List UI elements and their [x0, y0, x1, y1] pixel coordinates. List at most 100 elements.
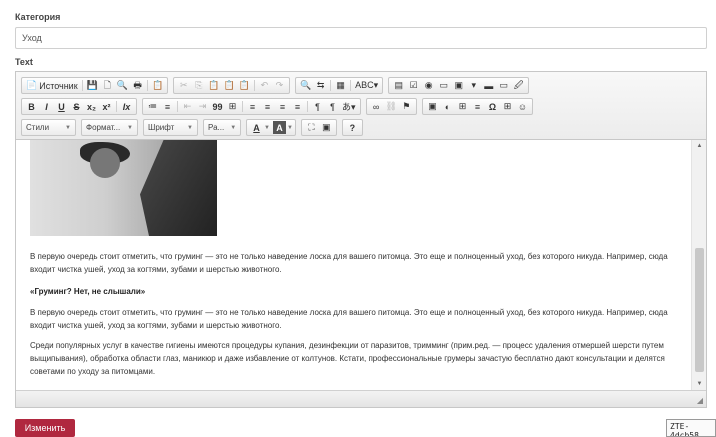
paragraph: В первую очередь стоит отметить, что гру…: [30, 252, 668, 274]
align-left-icon[interactable]: ≡: [246, 100, 259, 113]
toolbar-row-3: Стили ▼ Формат... ▼ Шрифт ▼ Ра... ▼ A ▼ …: [21, 119, 368, 136]
basic-style-group: B I U S x₂ x² Ix: [21, 98, 137, 115]
language-icon[interactable]: あ▾: [341, 100, 357, 113]
outdent-icon[interactable]: ⇤: [181, 100, 194, 113]
remove-format-button[interactable]: Ix: [120, 100, 133, 113]
chevron-down-icon: ▼: [187, 124, 193, 131]
scroll-up-icon[interactable]: ▲: [692, 140, 707, 152]
blockquote-icon[interactable]: 99: [211, 100, 224, 113]
numbered-list-icon[interactable]: ≔: [146, 100, 159, 113]
textarea-icon[interactable]: ▣: [452, 79, 465, 92]
rich-text-editor: 📄 Источник 💾 🗋 🔍 🖶 📋 ✂ ⎘ 📋 📋 📋 ↶ ↷ 🔍 ⇆ ▦…: [15, 71, 707, 408]
page-break-icon[interactable]: ⊞: [501, 100, 514, 113]
preview-icon[interactable]: 🔍: [116, 79, 129, 92]
checkbox-icon[interactable]: ☑: [407, 79, 420, 92]
article-image: [30, 140, 217, 236]
ltr-icon[interactable]: ¶: [311, 100, 324, 113]
category-input[interactable]: Уход: [15, 27, 707, 49]
text-label: Text: [15, 57, 33, 67]
anchor-icon[interactable]: ⚑: [400, 100, 413, 113]
underline-button[interactable]: U: [55, 100, 68, 113]
horizontal-line-icon[interactable]: ≡: [471, 100, 484, 113]
special-char-icon[interactable]: Ω: [486, 100, 499, 113]
paragraph: В первую очередь стоит отметить, что гру…: [30, 308, 668, 330]
forms-group: ▤ ☑ ◉ ▭ ▣ ▾ ▬ ▭ 🖉: [388, 77, 530, 94]
toolbar-row-2: B I U S x₂ x² Ix ≔ ≡ ⇤ ⇥ 99 ⊞ ≡ ≡ ≡ ≡ ¶ …: [21, 98, 538, 115]
colors-group: A ▼ A ▼: [246, 119, 296, 136]
save-icon[interactable]: 💾: [86, 79, 99, 92]
replace-icon[interactable]: ⇆: [314, 79, 327, 92]
bold-button[interactable]: B: [25, 100, 38, 113]
textfield-icon[interactable]: ▭: [437, 79, 450, 92]
source-group: 📄 Источник 💾 🗋 🔍 🖶 📋: [21, 77, 169, 94]
indent-icon[interactable]: ⇥: [196, 100, 209, 113]
table-icon[interactable]: ⊞: [456, 100, 469, 113]
scroll-down-icon[interactable]: ▼: [692, 378, 707, 390]
new-page-icon[interactable]: 🗋: [101, 79, 114, 92]
image-icon[interactable]: ▣: [426, 100, 439, 113]
flash-icon[interactable]: ◐: [441, 100, 454, 113]
bg-color-button[interactable]: A: [272, 121, 286, 134]
templates-icon[interactable]: 📋: [151, 79, 164, 92]
scroll-thumb[interactable]: [695, 248, 704, 372]
editor-statusbar: ◢: [16, 390, 706, 407]
button-icon[interactable]: ▬: [482, 79, 495, 92]
cut-icon[interactable]: ✂: [177, 79, 190, 92]
links-group: ∞ ⛓ ⚑: [365, 98, 417, 115]
align-justify-icon[interactable]: ≡: [291, 100, 304, 113]
redo-icon[interactable]: ↷: [273, 79, 286, 92]
unlink-icon[interactable]: ⛓: [385, 100, 398, 113]
document-icon: 📄: [26, 80, 38, 90]
insert-group: ▣ ◐ ⊞ ≡ Ω ⊞ ☺: [421, 98, 533, 115]
print-icon[interactable]: 🖶: [131, 79, 144, 92]
select-icon[interactable]: ▾: [467, 79, 480, 92]
strike-button[interactable]: S: [70, 100, 83, 113]
rtl-icon[interactable]: ¶: [326, 100, 339, 113]
italic-button[interactable]: I: [40, 100, 53, 113]
paste-icon[interactable]: 📋: [207, 79, 220, 92]
styles-dropdown[interactable]: Стили ▼: [21, 119, 76, 136]
superscript-button[interactable]: x²: [100, 100, 113, 113]
hidden-field-icon[interactable]: 🖉: [512, 79, 525, 92]
category-label: Категория: [15, 12, 61, 22]
chevron-down-icon: ▼: [65, 124, 71, 131]
subscript-button[interactable]: x₂: [85, 100, 98, 113]
help-button[interactable]: ?: [346, 121, 359, 134]
font-dropdown[interactable]: Шрифт ▼: [143, 119, 198, 136]
form-icon[interactable]: ▤: [392, 79, 405, 92]
bulleted-list-icon[interactable]: ≡: [161, 100, 174, 113]
format-dropdown[interactable]: Формат... ▼: [81, 119, 138, 136]
link-icon[interactable]: ∞: [370, 100, 383, 113]
find-icon[interactable]: 🔍: [299, 79, 312, 92]
editor-scrollbar[interactable]: ▲ ▼: [691, 140, 706, 390]
paragraph-group: ≔ ≡ ⇤ ⇥ 99 ⊞ ≡ ≡ ≡ ≡ ¶ ¶ あ▾: [142, 98, 361, 115]
editor-toolbar: 📄 Источник 💾 🗋 🔍 🖶 📋 ✂ ⎘ 📋 📋 📋 ↶ ↷ 🔍 ⇆ ▦…: [16, 72, 706, 140]
paste-word-icon[interactable]: 📋: [238, 79, 251, 92]
paste-text-icon[interactable]: 📋: [223, 79, 236, 92]
spellcheck-icon[interactable]: ABC▾: [354, 79, 379, 92]
align-right-icon[interactable]: ≡: [276, 100, 289, 113]
select-all-icon[interactable]: ▦: [334, 79, 347, 92]
submit-button[interactable]: Изменить: [15, 419, 75, 437]
image-button-icon[interactable]: ▭: [497, 79, 510, 92]
show-blocks-icon[interactable]: ▣: [320, 121, 333, 134]
tools-group: ⛶ ▣: [300, 119, 337, 136]
copy-icon[interactable]: ⎘: [192, 79, 205, 92]
source-button[interactable]: 📄 Источник: [25, 79, 79, 92]
clipboard-group: ✂ ⎘ 📋 📋 📋 ↶ ↷: [173, 77, 290, 94]
size-dropdown[interactable]: Ра... ▼: [203, 119, 241, 136]
div-container-icon[interactable]: ⊞: [226, 100, 239, 113]
paragraph: Среди популярных услуг в качестве гигиен…: [30, 341, 665, 376]
chevron-down-icon: ▼: [230, 124, 237, 131]
maximize-icon[interactable]: ⛶: [305, 121, 318, 134]
help-group: ?: [341, 119, 363, 136]
toolbar-row-1: 📄 Источник 💾 🗋 🔍 🖶 📋 ✂ ⎘ 📋 📋 📋 ↶ ↷ 🔍 ⇆ ▦…: [21, 77, 534, 94]
smiley-icon[interactable]: ☺: [516, 100, 529, 113]
editor-content[interactable]: В первую очередь стоит отметить, что гру…: [16, 140, 706, 390]
radio-icon[interactable]: ◉: [422, 79, 435, 92]
undo-icon[interactable]: ↶: [258, 79, 271, 92]
tooltip: ZTE-4dcb58: [666, 419, 716, 437]
resize-grip-icon[interactable]: ◢: [697, 396, 703, 405]
text-color-button[interactable]: A: [250, 121, 263, 134]
align-center-icon[interactable]: ≡: [261, 100, 274, 113]
